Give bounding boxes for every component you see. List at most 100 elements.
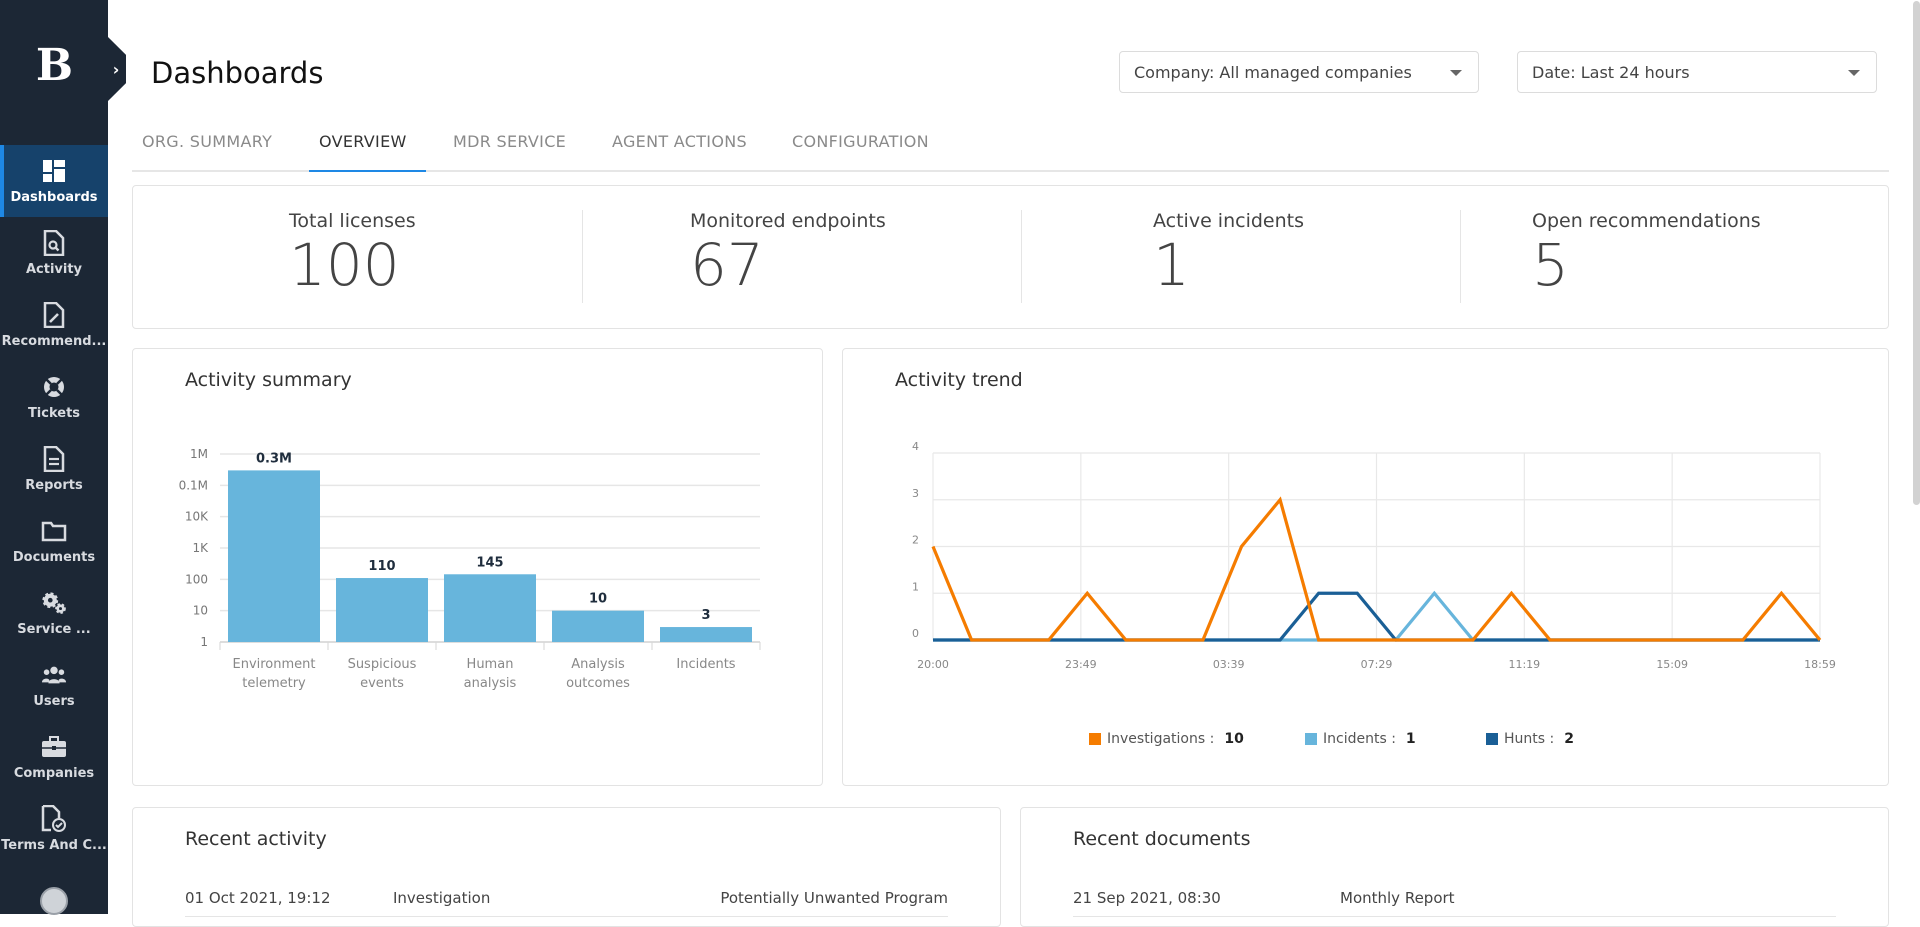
kpi-value: 5 <box>1532 231 1569 299</box>
chevron-right-icon: › <box>112 59 120 79</box>
file-edit-icon <box>41 301 67 328</box>
card-title: Recent documents <box>1073 828 1251 850</box>
sidebar-item-label: Users <box>33 693 75 709</box>
y-tick-label: 4 <box>912 440 919 453</box>
activity-summary-chart: 1101001K10K0.1M1M 0.3MEnvironmenttelemetr… <box>179 447 761 691</box>
y-tick-label: 1M <box>190 447 208 461</box>
sidebar-item-label: Recommend... <box>1 333 107 349</box>
y-tick-label: 1 <box>200 635 208 649</box>
folder-icon <box>41 518 67 544</box>
legend-colon: : <box>1545 731 1555 747</box>
logo-letter: B <box>35 39 73 91</box>
x-category-label: Suspicious <box>348 657 417 672</box>
activity-trend-chart: 0 1 2 3 4 20:00 23:49 03:39 07:29 11:19 15:09 18:59 <box>912 440 1836 671</box>
company-filter-value: Company: All managed companies <box>1134 62 1412 82</box>
legend-label: Hunts <box>1504 731 1546 747</box>
sidebar-item-users[interactable]: Users <box>0 649 108 721</box>
bar-data-label: 3 <box>701 608 710 623</box>
caret-down-icon <box>1848 70 1860 76</box>
kpi-value: 1 <box>1153 231 1190 299</box>
x-category-label: Incidents <box>676 657 735 672</box>
y-tick-label: 1K <box>192 541 209 555</box>
x-category-label: Analysis <box>571 657 625 672</box>
kpi-label: Open recommendations <box>1532 210 1761 232</box>
document-name[interactable]: Monthly Report <box>1340 889 1455 907</box>
page-scrollbar[interactable] <box>1912 0 1920 914</box>
bar-data-label: 145 <box>476 555 503 570</box>
bar <box>552 610 644 642</box>
x-tick-label: 23:49 <box>1065 658 1097 671</box>
sidebar-item-label: Dashboards <box>10 189 98 205</box>
kpi-label: Monitored endpoints <box>690 210 886 232</box>
y-tick-label: 1 <box>912 580 919 593</box>
tab-org-summary[interactable]: ORG. SUMMARY <box>142 132 272 151</box>
bar <box>660 627 752 642</box>
sidebar-item-label: Tickets <box>27 405 81 421</box>
legend-incidents[interactable]: Incidents : 1 <box>1305 731 1416 747</box>
x-category-label: outcomes <box>566 676 630 691</box>
x-tick-label: 15:09 <box>1656 658 1688 671</box>
legend-swatch <box>1089 733 1101 745</box>
astronaut-avatar-icon[interactable] <box>40 887 68 915</box>
sidebar-item-terms[interactable]: Terms And C... <box>0 793 108 865</box>
sidebar-item-companies[interactable]: Companies <box>0 721 108 793</box>
sidebar: B Dashboards Activity Recommend... Ticke… <box>0 0 108 915</box>
tab-overview[interactable]: OVERVIEW <box>319 132 407 151</box>
logo[interactable]: B <box>0 0 108 140</box>
x-tick-label: 07:29 <box>1361 658 1393 671</box>
sidebar-item-activity[interactable]: Activity <box>0 217 108 289</box>
scrollbar-thumb[interactable] <box>1913 1 1920 505</box>
sidebar-item-tickets[interactable]: Tickets <box>0 361 108 433</box>
kpi-active-incidents: Active incidents 1 <box>1153 210 1304 294</box>
sidebar-collapse-button[interactable]: › <box>108 37 126 101</box>
y-tick-label: 3 <box>912 487 919 500</box>
legend-total: 1 <box>1405 731 1416 747</box>
date-filter-dropdown[interactable]: Date: Last 24 hours <box>1517 51 1877 93</box>
activity-row[interactable]: 01 Oct 2021, 19:12 Investigation Potenti… <box>185 883 948 917</box>
y-tick-label: 10 <box>193 604 208 618</box>
briefcase-icon <box>41 734 67 760</box>
legend-hunts[interactable]: Hunts : 2 <box>1486 731 1574 747</box>
lifebuoy-icon <box>41 374 67 400</box>
company-filter-dropdown[interactable]: Company: All managed companies <box>1119 51 1479 93</box>
activity-detail: Potentially Unwanted Program <box>720 889 948 907</box>
y-tick-label: 100 <box>185 572 208 586</box>
kpi-divider <box>582 210 583 303</box>
report-icon <box>41 445 67 472</box>
bar-data-label: 10 <box>589 592 607 607</box>
y-tick-label: 0 <box>912 627 919 640</box>
file-check-icon <box>41 804 67 832</box>
sidebar-item-reports[interactable]: Reports <box>0 433 108 505</box>
dashboard-icon <box>41 158 67 184</box>
tab-configuration[interactable]: CONFIGURATION <box>792 132 929 151</box>
legend-total: 10 <box>1224 731 1244 747</box>
sidebar-item-service[interactable]: Service ... <box>0 577 108 649</box>
legend-investigations[interactable]: Investigations : 10 <box>1089 731 1244 747</box>
document-row[interactable]: 21 Sep 2021, 08:30 Monthly Report <box>1073 883 1836 917</box>
y-tick-label: 10K <box>185 510 209 524</box>
bar-data-label: 110 <box>368 559 395 574</box>
legend-total: 2 <box>1564 731 1574 747</box>
sidebar-item-label: Activity <box>25 261 83 277</box>
bar-data-label: 0.3M <box>256 451 292 466</box>
bar <box>336 578 428 642</box>
tab-mdr-service[interactable]: MDR SERVICE <box>453 132 566 151</box>
kpi-divider <box>1460 210 1461 303</box>
users-icon <box>41 662 67 688</box>
kpi-divider <box>1021 210 1022 303</box>
date-filter-value: Date: Last 24 hours <box>1532 62 1690 82</box>
page-title: Dashboards <box>151 56 324 90</box>
legend-colon: : <box>1205 731 1215 747</box>
kpi-card: Total licenses 100 Monitored endpoints 6… <box>132 185 1889 329</box>
gears-icon <box>41 590 67 616</box>
sidebar-nav: Dashboards Activity Recommend... Tickets… <box>0 145 108 865</box>
kpi-label: Total licenses <box>289 210 416 232</box>
sidebar-item-label: Service ... <box>17 621 91 637</box>
tab-agent-actions[interactable]: AGENT ACTIONS <box>612 132 747 151</box>
sidebar-item-recommendations[interactable]: Recommend... <box>0 289 108 361</box>
recent-activity-card: Recent activity 01 Oct 2021, 19:12 Inves… <box>132 807 1001 927</box>
sidebar-item-dashboards[interactable]: Dashboards <box>0 145 108 217</box>
sidebar-item-documents[interactable]: Documents <box>0 505 108 577</box>
activity-type: Investigation <box>393 889 491 907</box>
y-tick-label: 0.1M <box>179 478 208 492</box>
